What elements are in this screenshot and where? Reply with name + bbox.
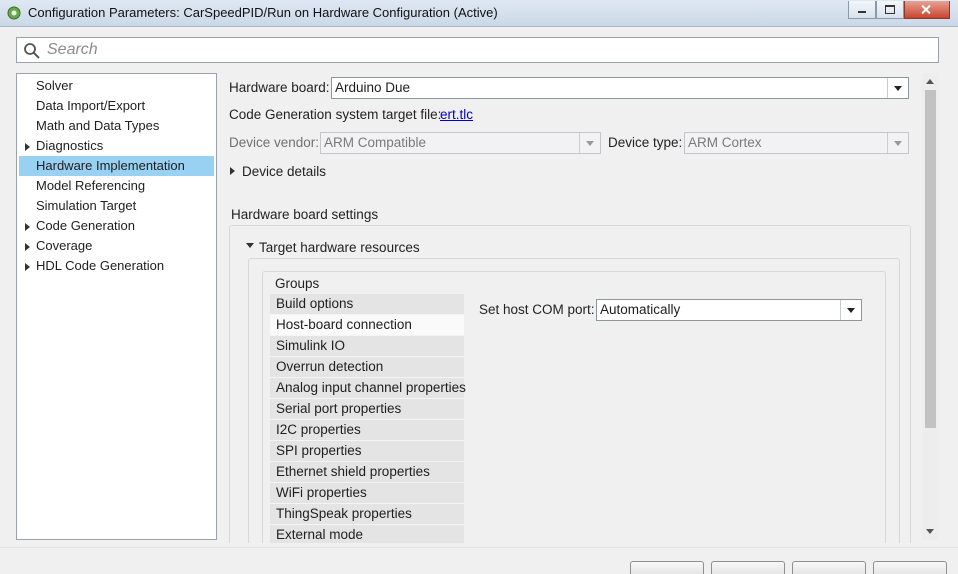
group-item-label: ThingSpeak properties	[276, 506, 412, 521]
ok-button[interactable]	[630, 561, 704, 574]
target-resources-toggle[interactable]: Target hardware resources	[259, 240, 420, 255]
tree-item-label: Math and Data Types	[36, 118, 160, 133]
board-settings-panel: Target hardware resources Groups Build o…	[229, 225, 911, 543]
tree-item-solver[interactable]: Solver	[19, 76, 214, 96]
chevron-down-icon	[887, 133, 908, 153]
settings-pane: Hardware board: Arduino Due Code Generat…	[225, 73, 922, 543]
group-item-external-mode[interactable]: External mode	[270, 525, 464, 543]
maximize-button[interactable]	[876, 1, 904, 19]
chevron-down-icon[interactable]	[887, 78, 908, 98]
minimize-button[interactable]	[848, 1, 876, 19]
tree-item-data-import-export[interactable]: Data Import/Export	[19, 96, 214, 116]
tree-item-label: Solver	[36, 78, 73, 93]
device-type-value: ARM Cortex	[688, 135, 762, 150]
tree-item-code-generation[interactable]: Code Generation	[19, 216, 214, 236]
dialog-footer	[0, 547, 958, 574]
help-button[interactable]	[792, 561, 866, 574]
tree-item-hdl-code-generation[interactable]: HDL Code Generation	[19, 256, 214, 276]
expand-arrow-icon[interactable]	[25, 243, 30, 251]
device-vendor-label: Device vendor:	[229, 135, 320, 150]
tree-item-label: Diagnostics	[36, 138, 104, 153]
group-item-label: Serial port properties	[276, 401, 402, 416]
tree-item-coverage[interactable]: Coverage	[19, 236, 214, 256]
tree-item-label: Model Referencing	[36, 178, 146, 193]
search-input[interactable]	[45, 40, 929, 60]
expand-arrow-icon[interactable]	[25, 263, 30, 271]
group-item-serial-port[interactable]: Serial port properties	[270, 399, 464, 420]
expand-arrow-icon[interactable]	[25, 143, 30, 151]
group-item-overrun-detection[interactable]: Overrun detection	[270, 357, 464, 378]
group-item-label: Build options	[276, 296, 354, 311]
tree-item-model-referencing[interactable]: Model Referencing	[19, 176, 214, 196]
group-item-host-board-connection[interactable]: Host-board connection	[270, 315, 464, 336]
tree-item-simulation-target[interactable]: Simulation Target	[19, 196, 214, 216]
group-item-spi[interactable]: SPI properties	[270, 441, 464, 462]
simulink-gear-icon	[7, 6, 21, 20]
device-type-label: Device type:	[608, 135, 683, 150]
device-details-toggle[interactable]: Device details	[242, 164, 326, 179]
hardware-board-select[interactable]: Arduino Due	[331, 77, 909, 99]
device-vendor-value: ARM Compatible	[324, 135, 427, 150]
com-port-select[interactable]: Automatically	[596, 299, 862, 321]
tree-item-label: Simulation Target	[36, 198, 137, 213]
group-item-label: SPI properties	[276, 443, 362, 458]
group-item-simulink-io[interactable]: Simulink IO	[270, 336, 464, 357]
target-resources-panel: Groups Build options Host-board connecti…	[248, 258, 900, 543]
tree-item-label: HDL Code Generation	[36, 258, 165, 273]
group-item-label: Ethernet shield properties	[276, 464, 430, 479]
group-item-label: I2C properties	[276, 422, 361, 437]
background-tabs	[520, 6, 675, 17]
group-item-thingspeak[interactable]: ThingSpeak properties	[270, 504, 464, 525]
com-port-value: Automatically	[600, 302, 681, 317]
scroll-up-arrow-icon[interactable]	[926, 79, 934, 84]
group-item-label: Overrun detection	[276, 359, 384, 374]
group-item-label: Host-board connection	[276, 317, 412, 332]
hardware-board-value: Arduino Due	[335, 80, 411, 95]
window-controls	[848, 1, 950, 19]
tree-item-label: Coverage	[36, 238, 93, 253]
tree-item-label: Data Import/Export	[36, 98, 146, 113]
title-bar: Configuration Parameters: CarSpeedPID/Ru…	[0, 0, 958, 27]
tree-item-hardware-implementation[interactable]: Hardware Implementation	[19, 156, 214, 176]
group-item-ethernet-shield[interactable]: Ethernet shield properties	[270, 462, 464, 483]
group-item-label: Simulink IO	[276, 338, 346, 353]
tree-item-diagnostics[interactable]: Diagnostics	[19, 136, 214, 156]
tree-item-label: Hardware Implementation	[36, 158, 185, 173]
cancel-button[interactable]	[711, 561, 785, 574]
chevron-down-icon	[579, 133, 600, 153]
com-port-label: Set host COM port:	[479, 302, 595, 317]
scrollbar-thumb[interactable]	[925, 90, 936, 428]
group-item-analog-input[interactable]: Analog input channel properties	[270, 378, 466, 399]
category-tree: Solver Data Import/Export Math and Data …	[16, 73, 217, 540]
expand-arrow-icon[interactable]	[230, 167, 235, 175]
target-file-link[interactable]: ert.tlc	[440, 107, 473, 122]
group-item-i2c[interactable]: I2C properties	[270, 420, 464, 441]
expand-arrow-icon[interactable]	[25, 223, 30, 231]
groups-panel: Groups Build options Host-board connecti…	[262, 271, 886, 543]
collapse-arrow-icon[interactable]	[246, 243, 254, 248]
target-file-label: Code Generation system target file:	[229, 107, 442, 122]
vertical-scrollbar[interactable]	[922, 73, 938, 540]
close-button[interactable]	[904, 1, 950, 19]
group-item-label: External mode	[276, 527, 364, 542]
device-vendor-select: ARM Compatible	[320, 132, 601, 154]
group-item-build-options[interactable]: Build options	[270, 294, 464, 315]
tree-item-label: Code Generation	[36, 218, 136, 233]
board-settings-heading: Hardware board settings	[231, 207, 379, 222]
search-icon	[24, 43, 40, 59]
device-type-select: ARM Cortex	[684, 132, 909, 154]
chevron-down-icon[interactable]	[840, 300, 861, 320]
window-title: Configuration Parameters: CarSpeedPID/Ru…	[28, 5, 498, 20]
tree-item-math-and-data-types[interactable]: Math and Data Types	[19, 116, 214, 136]
scroll-down-arrow-icon[interactable]	[926, 529, 934, 534]
group-item-label: Analog input channel properties	[276, 380, 466, 395]
search-box[interactable]	[16, 37, 939, 63]
hardware-board-label: Hardware board:	[229, 80, 330, 95]
apply-button[interactable]	[873, 561, 947, 574]
groups-label: Groups	[275, 276, 320, 291]
group-item-wifi[interactable]: WiFi properties	[270, 483, 464, 504]
group-item-label: WiFi properties	[276, 485, 367, 500]
